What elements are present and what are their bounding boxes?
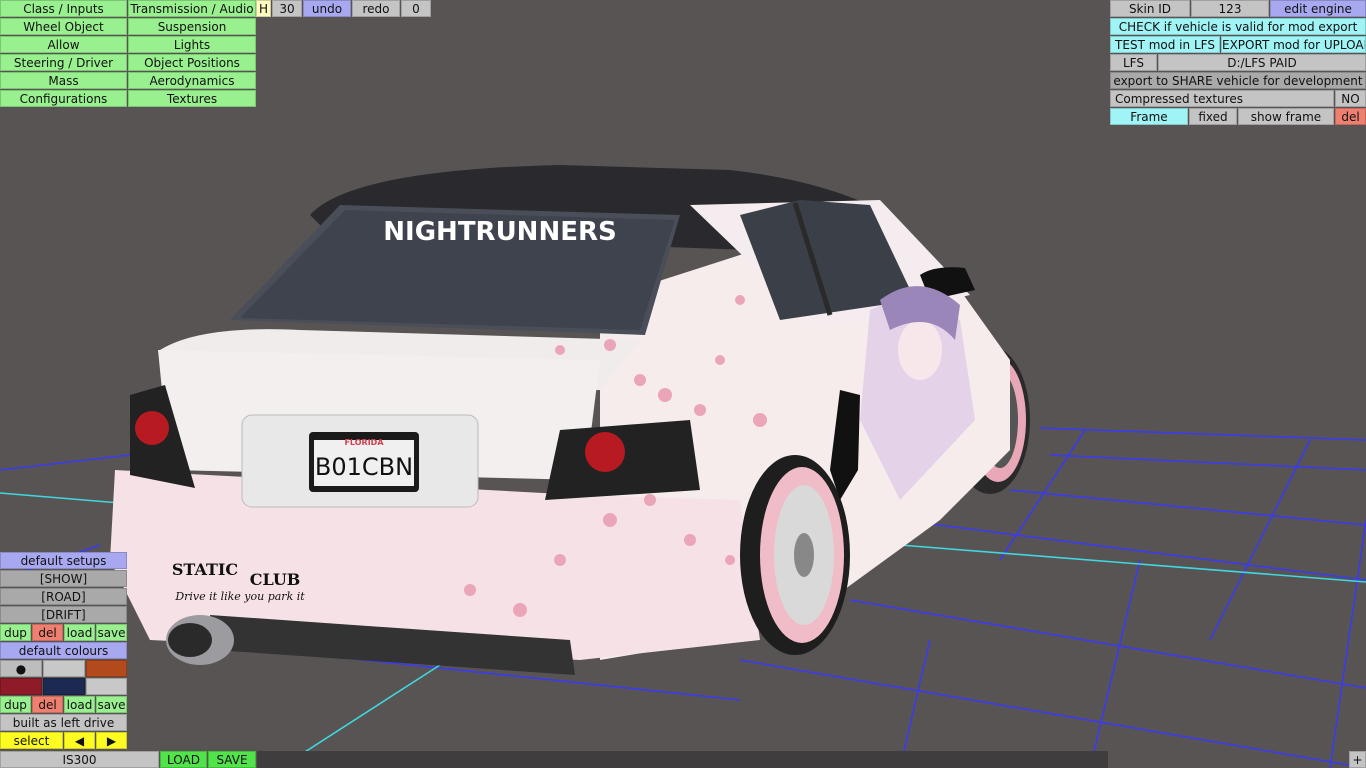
test-mod-button[interactable]: TEST mod in LFS <box>1110 36 1220 53</box>
undo-button[interactable]: undo <box>303 0 351 17</box>
setup-save-button[interactable]: save <box>96 624 127 641</box>
sticker-static: STATIC <box>172 560 238 579</box>
export-share-button[interactable]: export to SHARE vehicle for development <box>1110 72 1366 89</box>
menu-allow[interactable]: Allow <box>0 36 127 53</box>
save-button[interactable]: SAVE <box>208 751 256 768</box>
menu-steering-driver[interactable]: Steering / Driver <box>0 54 127 71</box>
menu-mass[interactable]: Mass <box>0 72 127 89</box>
show-frame-button[interactable]: show frame <box>1238 108 1334 125</box>
built-as-left-drive[interactable]: built as left drive <box>0 714 127 731</box>
plus-button[interactable]: + <box>1349 751 1366 768</box>
setup-drift[interactable]: [DRIFT] <box>0 606 127 623</box>
model-name-field[interactable]: IS300 <box>0 751 159 768</box>
menu-transmission-audio[interactable]: Transmission / Audio <box>128 0 256 17</box>
plate-state: FLORIDA <box>344 438 384 447</box>
load-button[interactable]: LOAD <box>160 751 207 768</box>
frame-delete-button[interactable]: del <box>1335 108 1366 125</box>
menu-textures[interactable]: Textures <box>128 90 256 107</box>
colour-swatch-6[interactable] <box>86 678 127 695</box>
check-valid-button[interactable]: CHECK if vehicle is valid for mod export <box>1110 18 1366 35</box>
menu-wheel-object[interactable]: Wheel Object <box>0 18 127 35</box>
setup-dup-button[interactable]: dup <box>0 624 31 641</box>
default-setups-button[interactable]: default setups <box>0 552 127 569</box>
compressed-textures-label: Compressed textures <box>1110 90 1334 107</box>
default-colours-button[interactable]: default colours <box>0 642 127 659</box>
setup-load-button[interactable]: load <box>64 624 95 641</box>
frame-button[interactable]: Frame <box>1110 108 1188 125</box>
menu-suspension[interactable]: Suspension <box>128 18 256 35</box>
colour-load-button[interactable]: load <box>64 696 95 713</box>
colour-swatch-2[interactable] <box>43 660 85 677</box>
lfs-path-field[interactable]: D:/LFS PAID <box>1158 54 1366 71</box>
colour-swatch-1[interactable]: ● <box>0 660 42 677</box>
sticker-club: CLUB <box>250 570 301 589</box>
compressed-textures-toggle[interactable]: NO <box>1335 90 1366 107</box>
colour-dup-button[interactable]: dup <box>0 696 31 713</box>
plate-number: B01CBN <box>315 453 413 481</box>
h-value[interactable]: 30 <box>272 0 302 17</box>
colour-swatch-5[interactable] <box>43 678 85 695</box>
windshield-banner: NIGHTRUNNERS <box>383 217 616 247</box>
menu-aerodynamics[interactable]: Aerodynamics <box>128 72 256 89</box>
setup-del-button[interactable]: del <box>32 624 63 641</box>
colour-swatch-3[interactable] <box>86 660 127 677</box>
menu-class-inputs[interactable]: Class / Inputs <box>0 0 127 17</box>
edit-engine-button[interactable]: edit engine <box>1270 0 1366 17</box>
colour-save-button[interactable]: save <box>96 696 127 713</box>
redo-button[interactable]: redo <box>352 0 400 17</box>
colour-swatch-4[interactable] <box>0 678 42 695</box>
sticker-slogan: Drive it like you park it <box>174 590 305 603</box>
next-arrow-icon[interactable]: ▶ <box>96 732 127 749</box>
skin-id-value[interactable]: 123 <box>1191 0 1269 17</box>
lfs-label: LFS <box>1110 54 1157 71</box>
h-toggle[interactable]: H <box>256 0 271 17</box>
menu-configurations[interactable]: Configurations <box>0 90 127 107</box>
menu-lights[interactable]: Lights <box>128 36 256 53</box>
fixed-button[interactable]: fixed <box>1189 108 1237 125</box>
undo-counter: 0 <box>401 0 431 17</box>
select-button[interactable]: select <box>0 732 63 749</box>
skin-id-label: Skin ID <box>1110 0 1190 17</box>
setup-show[interactable]: [SHOW] <box>0 570 127 587</box>
command-bar[interactable] <box>257 751 1108 768</box>
prev-arrow-icon[interactable]: ◀ <box>64 732 95 749</box>
colour-del-button[interactable]: del <box>32 696 63 713</box>
setup-road[interactable]: [ROAD] <box>0 588 127 605</box>
export-upload-button[interactable]: EXPORT mod for UPLOAD <box>1221 36 1366 53</box>
menu-object-positions[interactable]: Object Positions <box>128 54 256 71</box>
